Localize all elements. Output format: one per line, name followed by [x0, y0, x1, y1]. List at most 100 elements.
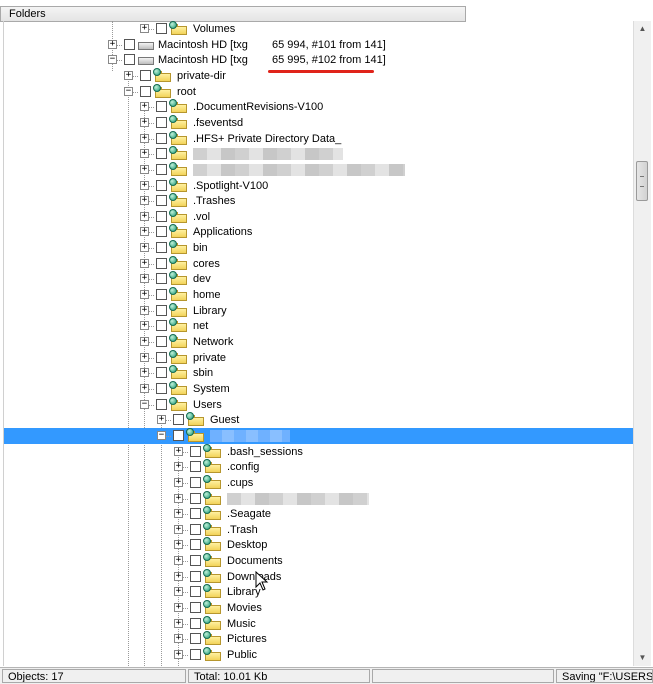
tree-row[interactable]: + Network: [4, 334, 634, 350]
folder-tree[interactable]: + Volumes + Macintosh HD [txg 65 994, #101 f…: [3, 21, 634, 666]
tree-checkbox[interactable]: [173, 429, 184, 441]
tree-checkbox[interactable]: [156, 382, 167, 394]
expand-icon[interactable]: +: [174, 524, 183, 534]
tree-checkbox[interactable]: [190, 586, 201, 598]
tree-row[interactable]: + Library: [4, 584, 634, 600]
tree-row[interactable]: + cores: [4, 255, 634, 272]
tree-checkbox[interactable]: [190, 476, 201, 488]
tree-row[interactable]: − Users: [4, 396, 634, 413]
tree-row[interactable]: + Desktop: [4, 537, 634, 553]
tree-row[interactable]: + Volumes: [4, 21, 634, 37]
tree-checkbox[interactable]: [190, 617, 201, 629]
expand-icon[interactable]: +: [108, 39, 117, 49]
tree-checkbox[interactable]: [190, 633, 201, 645]
tree-row[interactable]: + private: [4, 349, 634, 366]
tree-checkbox[interactable]: [190, 570, 201, 582]
expand-icon[interactable]: +: [140, 274, 149, 284]
tree-checkbox[interactable]: [156, 336, 167, 347]
expand-icon[interactable]: +: [140, 180, 149, 190]
tree-checkbox[interactable]: [140, 69, 151, 81]
tree-row[interactable]: + .fseventsd: [4, 114, 634, 131]
tree-checkbox[interactable]: [156, 23, 167, 34]
expand-icon[interactable]: +: [174, 493, 183, 503]
tree-row[interactable]: + .Trashes: [4, 193, 634, 209]
vertical-scrollbar[interactable]: ▲ ▼: [633, 21, 651, 666]
tree-row[interactable]: +: [4, 490, 634, 507]
tree-checkbox[interactable]: [156, 195, 167, 207]
tree-checkbox[interactable]: [156, 226, 167, 238]
expand-icon[interactable]: +: [174, 634, 183, 644]
tree-checkbox[interactable]: [156, 367, 167, 379]
tree-row[interactable]: − Macintosh HD [txg 65 995, #102 from 141]: [4, 52, 634, 68]
tree-checkbox[interactable]: [190, 445, 201, 457]
expand-icon[interactable]: +: [140, 243, 149, 253]
tree-row[interactable]: + Library: [4, 302, 634, 319]
tree-checkbox[interactable]: [190, 523, 201, 535]
expand-icon[interactable]: +: [174, 603, 183, 613]
expand-icon[interactable]: +: [157, 415, 166, 425]
tree-checkbox[interactable]: [156, 210, 167, 222]
expand-icon[interactable]: +: [140, 368, 149, 378]
expand-icon[interactable]: +: [140, 164, 149, 174]
tree-row[interactable]: + Downloads: [4, 568, 634, 585]
tree-checkbox[interactable]: [156, 179, 167, 191]
tree-checkbox[interactable]: [190, 555, 201, 567]
tree-row[interactable]: + sbin: [4, 365, 634, 381]
tree-row[interactable]: + net: [4, 318, 634, 334]
tree-row[interactable]: + .config: [4, 459, 634, 475]
tree-row[interactable]: + Applications: [4, 224, 634, 240]
tree-checkbox[interactable]: [156, 398, 167, 410]
tree-checkbox[interactable]: [190, 508, 201, 520]
tree-checkbox[interactable]: [156, 148, 167, 160]
expand-icon[interactable]: +: [140, 102, 149, 112]
expand-icon[interactable]: +: [140, 24, 149, 33]
expand-icon[interactable]: +: [174, 618, 183, 628]
tree-checkbox[interactable]: [190, 461, 201, 473]
tree-row[interactable]: + .vol: [4, 208, 634, 225]
tree-checkbox[interactable]: [124, 54, 135, 66]
collapse-icon[interactable]: −: [140, 399, 149, 409]
expand-icon[interactable]: +: [174, 477, 183, 487]
tree-checkbox[interactable]: [190, 539, 201, 551]
tree-checkbox[interactable]: [156, 289, 167, 301]
collapse-icon[interactable]: −: [124, 86, 133, 96]
collapse-icon[interactable]: −: [157, 430, 166, 440]
expand-icon[interactable]: +: [174, 556, 183, 566]
scroll-thumb[interactable]: [636, 161, 648, 201]
expand-icon[interactable]: +: [140, 133, 149, 143]
tree-row[interactable]: + .Spotlight-V100: [4, 177, 634, 194]
expand-icon[interactable]: +: [174, 571, 183, 581]
tree-row[interactable]: −: [4, 427, 634, 444]
tree-checkbox[interactable]: [173, 414, 184, 426]
expand-icon[interactable]: +: [174, 540, 183, 550]
tree-row[interactable]: + Public: [4, 647, 634, 663]
expand-icon[interactable]: +: [124, 70, 133, 80]
tree-row[interactable]: + Documents: [4, 553, 634, 569]
tree-checkbox[interactable]: [156, 116, 167, 128]
tree-checkbox[interactable]: [124, 38, 135, 50]
expand-icon[interactable]: +: [174, 587, 183, 597]
expand-icon[interactable]: +: [140, 149, 149, 159]
tree-row[interactable]: + Guest: [4, 412, 634, 428]
tree-row[interactable]: + .HFS+ Private Directory Data_: [4, 130, 634, 147]
tree-row[interactable]: − root: [4, 83, 634, 100]
expand-icon[interactable]: +: [174, 462, 183, 472]
tree-row[interactable]: +: [4, 161, 634, 178]
tree-checkbox[interactable]: [156, 132, 167, 144]
tree-row[interactable]: + System: [4, 380, 634, 397]
collapse-icon[interactable]: −: [108, 55, 117, 65]
expand-icon[interactable]: +: [140, 196, 149, 206]
expand-icon[interactable]: +: [140, 337, 149, 346]
tree-checkbox[interactable]: [156, 257, 167, 269]
tree-checkbox[interactable]: [140, 85, 151, 97]
expand-icon[interactable]: +: [140, 352, 149, 362]
tree-row[interactable]: + Macintosh HD [txg 65 994, #101 from 141]: [4, 37, 634, 53]
tree-checkbox[interactable]: [156, 273, 167, 285]
scroll-up-icon[interactable]: ▲: [634, 21, 651, 37]
tree-row[interactable]: + .bash_sessions: [4, 443, 634, 460]
expand-icon[interactable]: +: [140, 290, 149, 300]
expand-icon[interactable]: +: [140, 321, 149, 331]
tree-checkbox[interactable]: [156, 101, 167, 113]
expand-icon[interactable]: +: [140, 117, 149, 127]
expand-icon[interactable]: +: [140, 211, 149, 221]
